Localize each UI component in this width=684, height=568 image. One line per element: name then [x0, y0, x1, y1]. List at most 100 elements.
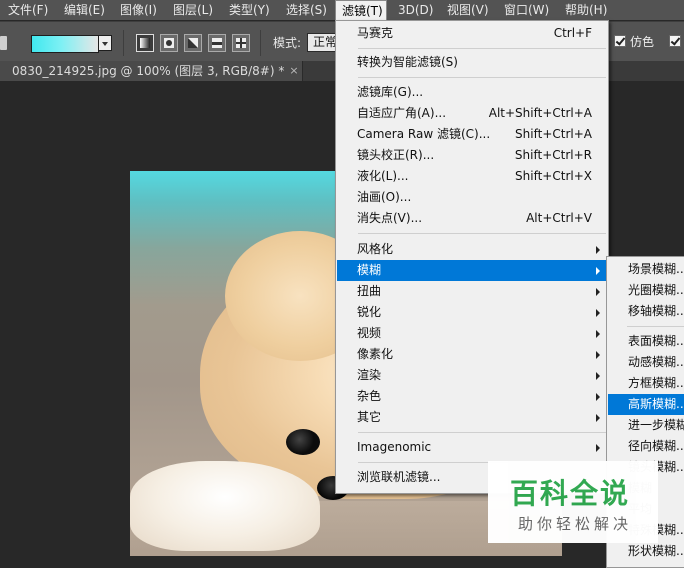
- options-divider: [260, 30, 261, 56]
- menu-file[interactable]: 文件(F): [8, 0, 48, 20]
- submenu-item-label: 方框模糊...: [628, 376, 684, 390]
- submenu-item-label: 场景模糊...: [628, 262, 684, 276]
- tool-preset-picker[interactable]: [0, 36, 7, 50]
- menu-filter[interactable]: 滤镜(T): [335, 0, 387, 21]
- transparency-checkbox[interactable]: [669, 35, 681, 47]
- close-icon[interactable]: ×: [287, 61, 301, 81]
- gradient-picker-arrow[interactable]: [98, 35, 112, 51]
- menu-item-label: 视频: [357, 326, 382, 340]
- menu-item-shortcut: Alt+Ctrl+V: [526, 211, 592, 225]
- dither-label: 仿色: [630, 35, 655, 49]
- submenu-item-shape-blur[interactable]: 形状模糊...: [608, 541, 684, 562]
- submenu-item-tilt-shift[interactable]: 移轴模糊...: [608, 301, 684, 322]
- menu-3d[interactable]: 3D(D): [398, 0, 433, 20]
- menu-item-filter-gallery[interactable]: 滤镜库(G)...: [337, 82, 607, 103]
- submenu-item-label: 动感模糊...: [628, 355, 684, 369]
- menu-item-label: Camera Raw 滤镜(C)...: [357, 127, 491, 141]
- gradient-preview[interactable]: [31, 35, 99, 53]
- menu-separator: [358, 432, 606, 433]
- submenu-item-surface-blur[interactable]: 表面模糊...: [608, 331, 684, 352]
- menu-item-convert-smart-filter[interactable]: 转换为智能滤镜(S): [337, 52, 607, 73]
- submenu-arrow-icon: [596, 372, 600, 380]
- menu-item-label: 滤镜库(G)...: [357, 85, 424, 99]
- menu-item-label: 风格化: [357, 242, 394, 256]
- submenu-item-iris-blur[interactable]: 光圈模糊...: [608, 280, 684, 301]
- submenu-item-box-blur[interactable]: 方框模糊...: [608, 373, 684, 394]
- menu-separator: [358, 48, 606, 49]
- watermark-logo: 百科全说 助你轻松解决: [488, 461, 658, 543]
- menu-item-vanishing-point[interactable]: 消失点(V)... Alt+Ctrl+V: [337, 208, 607, 229]
- menu-item-pixelate[interactable]: 像素化: [337, 344, 607, 365]
- reflected-gradient-icon: [212, 38, 222, 48]
- submenu-arrow-icon: [596, 393, 600, 401]
- watermark-title: 百科全说: [510, 477, 631, 510]
- menu-separator: [358, 233, 606, 234]
- menu-bar: 文件(F) 编辑(E) 图像(I) 图层(L) 类型(Y) 选择(S) 滤镜(T…: [0, 0, 684, 21]
- document-tab-title: 0830_214925.jpg @ 100% (图层 3, RGB/8#) *: [12, 64, 285, 78]
- linear-gradient-button[interactable]: [136, 34, 154, 52]
- angle-gradient-button[interactable]: [184, 34, 202, 52]
- submenu-arrow-icon: [596, 351, 600, 359]
- menu-item-lens-correction[interactable]: 镜头校正(R)... Shift+Ctrl+R: [337, 145, 607, 166]
- menu-separator: [627, 326, 684, 327]
- photo-dog-eye: [286, 429, 320, 455]
- document-tab[interactable]: 0830_214925.jpg @ 100% (图层 3, RGB/8#) * …: [0, 61, 303, 81]
- submenu-item-blur-more[interactable]: 进一步模糊: [608, 415, 684, 436]
- submenu-item-label: 光圈模糊...: [628, 283, 684, 297]
- angle-gradient-icon: [188, 38, 198, 48]
- menu-item-label: 消失点(V)...: [357, 211, 423, 225]
- menu-item-label: 转换为智能滤镜(S): [357, 55, 458, 69]
- menu-item-noise[interactable]: 杂色: [337, 386, 607, 407]
- submenu-item-gaussian-blur[interactable]: 高斯模糊...: [608, 394, 684, 415]
- mode-label: 模式:: [273, 36, 302, 50]
- menu-item-imagenomic[interactable]: Imagenomic: [337, 437, 607, 458]
- menu-item-shortcut: Ctrl+F: [553, 26, 592, 40]
- menu-window[interactable]: 窗口(W): [504, 0, 549, 20]
- menu-item-adaptive-wide-angle[interactable]: 自适应广角(A)... Alt+Shift+Ctrl+A: [337, 103, 607, 124]
- menu-edit[interactable]: 编辑(E): [64, 0, 105, 20]
- menu-item-stylize[interactable]: 风格化: [337, 239, 607, 260]
- menu-image[interactable]: 图像(I): [120, 0, 157, 20]
- menu-item-sharpen[interactable]: 锐化: [337, 302, 607, 323]
- radial-gradient-button[interactable]: [160, 34, 178, 52]
- submenu-arrow-icon: [596, 330, 600, 338]
- menu-item-oil-paint[interactable]: 油画(O)...: [337, 187, 607, 208]
- submenu-item-label: 移轴模糊...: [628, 304, 684, 318]
- menu-layer[interactable]: 图层(L): [173, 0, 213, 20]
- menu-item-blur[interactable]: 模糊: [337, 260, 607, 281]
- menu-item-label: Imagenomic: [357, 440, 432, 454]
- menu-item-label: 扭曲: [357, 284, 382, 298]
- menu-item-label: 镜头校正(R)...: [357, 148, 435, 162]
- dither-checkbox[interactable]: [614, 35, 626, 47]
- diamond-gradient-button[interactable]: [232, 34, 250, 52]
- submenu-item-motion-blur[interactable]: 动感模糊...: [608, 352, 684, 373]
- menu-select[interactable]: 选择(S): [286, 0, 327, 20]
- submenu-item-field-blur[interactable]: 场景模糊...: [608, 259, 684, 280]
- submenu-item-label: 形状模糊...: [628, 544, 684, 558]
- menu-item-label: 杂色: [357, 389, 382, 403]
- menu-item-last-filter[interactable]: 马赛克 Ctrl+F: [337, 23, 607, 44]
- menu-type[interactable]: 类型(Y): [229, 0, 270, 20]
- menu-item-other[interactable]: 其它: [337, 407, 607, 428]
- menu-separator: [358, 77, 606, 78]
- reflected-gradient-button[interactable]: [208, 34, 226, 52]
- menu-help[interactable]: 帮助(H): [565, 0, 607, 20]
- menu-item-liquify[interactable]: 液化(L)... Shift+Ctrl+X: [337, 166, 607, 187]
- menu-view[interactable]: 视图(V): [447, 0, 489, 20]
- menu-item-label: 自适应广角(A)...: [357, 106, 447, 120]
- radial-gradient-icon: [164, 38, 174, 48]
- diamond-gradient-icon: [236, 38, 246, 48]
- menu-item-label: 液化(L)...: [357, 169, 409, 183]
- menu-item-shortcut: Shift+Ctrl+A: [515, 127, 592, 141]
- submenu-arrow-icon: [596, 246, 600, 254]
- menu-item-label: 马赛克: [357, 26, 394, 40]
- menu-item-camera-raw[interactable]: Camera Raw 滤镜(C)... Shift+Ctrl+A: [337, 124, 607, 145]
- submenu-item-label: 表面模糊...: [628, 334, 684, 348]
- menu-item-render[interactable]: 渲染: [337, 365, 607, 386]
- mode-dropdown[interactable]: 正常: [307, 33, 337, 52]
- submenu-item-radial-blur[interactable]: 径向模糊...: [608, 436, 684, 457]
- menu-item-label: 像素化: [357, 347, 394, 361]
- watermark-subtitle: 助你轻松解决: [518, 515, 633, 533]
- menu-item-distort[interactable]: 扭曲: [337, 281, 607, 302]
- menu-item-video[interactable]: 视频: [337, 323, 607, 344]
